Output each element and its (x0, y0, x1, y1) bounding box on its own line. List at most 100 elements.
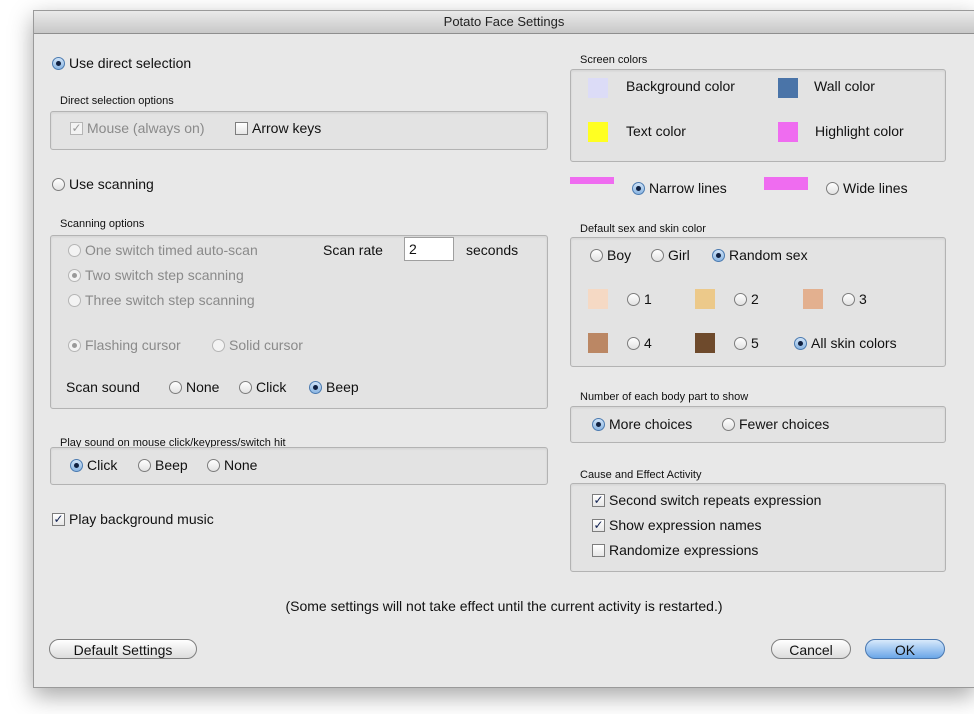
settings-window: Potato Face Settings Use direct selectio… (33, 10, 974, 688)
randomize-label: Randomize expressions (609, 542, 759, 558)
scan-sound-beep-radio[interactable]: Beep (309, 379, 359, 395)
skin-color-4-swatch (588, 333, 608, 353)
text-color-swatch[interactable] (588, 122, 608, 142)
cancel-button[interactable]: Cancel (771, 639, 851, 659)
radio-selected-icon (52, 56, 65, 70)
text-color-label: Text color (626, 123, 686, 139)
checkmark-icon: ✓ (592, 518, 605, 532)
use-direct-selection-label: Use direct selection (69, 55, 192, 71)
mouse-sound-beep-radio[interactable]: Beep (138, 457, 188, 473)
arrow-keys-checkbox[interactable]: Arrow keys (235, 120, 321, 136)
arrow-keys-label: Arrow keys (252, 120, 322, 136)
randomize-checkbox[interactable]: Randomize expressions (592, 542, 758, 558)
scan-sound-label: Scan sound (66, 379, 140, 395)
mouse-sound-click-label: Click (87, 457, 118, 473)
skin-color-5-swatch (695, 333, 715, 353)
mouse-sound-box (50, 447, 548, 485)
radio-unselected-icon (52, 177, 65, 191)
radio-unselected-icon (734, 292, 747, 306)
highlight-color-swatch[interactable] (778, 122, 798, 142)
skin-2-label: 2 (751, 291, 759, 307)
radio-unselected-icon (138, 458, 151, 472)
skin-color-2-swatch (695, 289, 715, 309)
repeat-expression-checkbox[interactable]: ✓ Second switch repeats expression (592, 492, 821, 508)
radio-unselected-icon (68, 243, 81, 257)
all-skin-colors-radio[interactable]: All skin colors (794, 335, 897, 351)
mouse-checkbox: ✓ Mouse (always on) (70, 120, 205, 136)
flashing-cursor-radio[interactable]: Flashing cursor (68, 337, 181, 353)
mouse-sound-click-radio[interactable]: Click (70, 457, 117, 473)
radio-unselected-icon (734, 336, 747, 350)
checkmark-icon: ✓ (52, 512, 65, 526)
skin-2-radio[interactable]: 2 (734, 291, 759, 307)
three-switch-radio[interactable]: Three switch step scanning (68, 292, 255, 308)
wall-color-swatch[interactable] (778, 78, 798, 98)
skin-color-1-swatch (588, 289, 608, 309)
window-title: Potato Face Settings (34, 11, 974, 34)
skin-4-label: 4 (644, 335, 652, 351)
girl-radio[interactable]: Girl (651, 247, 690, 263)
skin-1-label: 1 (644, 291, 652, 307)
one-switch-label: One switch timed auto-scan (85, 242, 258, 258)
mouse-sound-none-radio[interactable]: None (207, 457, 257, 473)
solid-cursor-radio[interactable]: Solid cursor (212, 337, 303, 353)
checkmark-icon: ✓ (592, 493, 605, 507)
skin-3-label: 3 (859, 291, 867, 307)
screen-colors-title: Screen colors (580, 54, 648, 66)
scan-rate-input[interactable]: 2 (404, 237, 454, 261)
boy-label: Boy (607, 247, 632, 263)
use-direct-selection-radio[interactable]: Use direct selection (52, 55, 191, 71)
three-switch-label: Three switch step scanning (85, 292, 255, 308)
show-names-checkbox[interactable]: ✓ Show expression names (592, 517, 762, 533)
radio-selected-icon (309, 380, 322, 394)
use-scanning-radio[interactable]: Use scanning (52, 176, 154, 192)
girl-label: Girl (668, 247, 690, 263)
fewer-choices-radio[interactable]: Fewer choices (722, 416, 829, 432)
more-choices-radio[interactable]: More choices (592, 416, 692, 432)
scan-sound-none-radio[interactable]: None (169, 379, 219, 395)
radio-selected-icon (68, 268, 81, 282)
narrow-lines-radio[interactable]: Narrow lines (632, 180, 727, 196)
skin-4-radio[interactable]: 4 (627, 335, 652, 351)
radio-unselected-icon (842, 292, 855, 306)
radio-unselected-icon (627, 336, 640, 350)
fewer-choices-label: Fewer choices (739, 416, 830, 432)
skin-3-radio[interactable]: 3 (842, 291, 867, 307)
skin-5-label: 5 (751, 335, 759, 351)
restart-note: (Some settings will not take effect unti… (285, 598, 723, 614)
ok-button[interactable]: OK (865, 639, 945, 659)
default-settings-button[interactable]: Default Settings (49, 639, 197, 659)
scan-sound-none-label: None (186, 379, 220, 395)
radio-unselected-icon (826, 181, 839, 195)
random-sex-label: Random sex (729, 247, 808, 263)
scan-sound-click-radio[interactable]: Click (239, 379, 286, 395)
flashing-cursor-label: Flashing cursor (85, 337, 181, 353)
radio-selected-icon (794, 336, 807, 350)
background-music-checkbox[interactable]: ✓ Play background music (52, 511, 214, 527)
wide-line-swatch (764, 177, 808, 190)
radio-selected-icon (70, 458, 83, 472)
narrow-line-swatch (570, 177, 614, 184)
wide-lines-radio[interactable]: Wide lines (826, 180, 908, 196)
one-switch-radio[interactable]: One switch timed auto-scan (68, 242, 258, 258)
radio-unselected-icon (169, 380, 182, 394)
boy-radio[interactable]: Boy (590, 247, 631, 263)
background-color-swatch[interactable] (588, 78, 608, 98)
radio-unselected-icon (722, 417, 735, 431)
wide-lines-label: Wide lines (843, 180, 908, 196)
radio-selected-icon (632, 181, 645, 195)
use-scanning-label: Use scanning (69, 176, 154, 192)
highlight-color-label: Highlight color (815, 123, 904, 139)
more-choices-label: More choices (609, 416, 693, 432)
skin-5-radio[interactable]: 5 (734, 335, 759, 351)
random-sex-radio[interactable]: Random sex (712, 247, 808, 263)
skin-1-radio[interactable]: 1 (627, 291, 652, 307)
two-switch-radio[interactable]: Two switch step scanning (68, 267, 244, 283)
scan-sound-click-label: Click (256, 379, 287, 395)
radio-selected-icon (68, 338, 81, 352)
seconds-label: seconds (466, 242, 519, 258)
show-names-label: Show expression names (609, 517, 762, 533)
body-parts-title: Number of each body part to show (580, 391, 749, 403)
scanning-options-title: Scanning options (60, 218, 145, 230)
checkbox-empty-icon (235, 121, 248, 135)
